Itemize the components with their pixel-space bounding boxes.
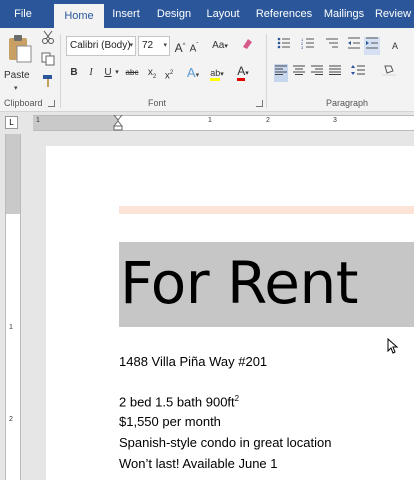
chevron-down-icon: ▾ <box>14 85 18 92</box>
tab-file[interactable]: File <box>0 0 46 28</box>
font-family-value: Calibri (Body) <box>70 40 131 51</box>
tab-references[interactable]: References <box>252 0 316 28</box>
details-line[interactable]: 2 bed 1.5 bath 900ft2 <box>119 394 239 409</box>
copy-icon <box>41 52 55 66</box>
justify-icon[interactable] <box>328 64 342 82</box>
paste-icon <box>9 35 32 63</box>
font-family-select[interactable]: Calibri (Body) ▾ <box>66 36 136 56</box>
paste-label: Paste <box>4 70 30 81</box>
font-group-label: Font <box>148 98 167 108</box>
format-painter-button[interactable] <box>40 74 56 92</box>
left-margin-area <box>33 116 119 130</box>
superscript-icon[interactable]: x2 <box>162 64 176 82</box>
sort-icon[interactable]: A <box>388 37 402 55</box>
clipboard-launcher-icon[interactable] <box>48 100 55 107</box>
line-spacing-icon[interactable] <box>348 64 368 82</box>
ruler-number: 2 <box>9 416 13 423</box>
decrease-indent-icon[interactable] <box>346 37 362 55</box>
svg-text:3: 3 <box>301 45 304 49</box>
increase-indent-icon[interactable] <box>364 37 380 55</box>
ruler-number: 1 <box>208 117 212 124</box>
mouse-pointer-icon <box>387 338 399 354</box>
page-border-decoration <box>119 206 414 214</box>
vertical-ruler[interactable]: 1 2 <box>5 134 21 480</box>
subscript-icon[interactable]: x2 <box>145 64 159 82</box>
paragraph-group-label: Paragraph <box>326 98 369 108</box>
clear-formatting-icon[interactable] <box>240 37 254 55</box>
multilevel-list-icon[interactable] <box>322 37 342 55</box>
document-page[interactable]: For Rent 1488 Villa Piña Way #201 2 bed … <box>46 146 414 480</box>
ruler-number: 1 <box>36 117 40 124</box>
align-left-icon[interactable] <box>274 64 288 82</box>
text-effects-icon[interactable]: A▾ <box>184 64 202 82</box>
shading-icon[interactable] <box>378 64 400 82</box>
ruler-number: 1 <box>9 324 13 331</box>
grow-font-icon[interactable]: A^ <box>174 37 186 55</box>
font-color-icon[interactable]: A▾ <box>232 64 254 82</box>
chevron-down-icon[interactable]: ▾ <box>114 64 120 82</box>
horizontal-ruler[interactable]: 1 1 2 3 <box>33 115 414 131</box>
tab-home[interactable]: Home <box>54 4 104 28</box>
strikethrough-icon[interactable]: abc <box>122 64 142 82</box>
chevron-down-icon: ▾ <box>129 42 133 49</box>
bold-icon[interactable]: B <box>68 64 80 82</box>
tab-design[interactable]: Design <box>152 0 196 28</box>
font-launcher-icon[interactable] <box>256 100 263 107</box>
tab-mailings[interactable]: Mailings <box>320 0 368 28</box>
tab-insert[interactable]: Insert <box>106 0 146 28</box>
indent-marker-icon[interactable] <box>113 115 123 131</box>
price-line[interactable]: $1,550 per month <box>119 414 221 429</box>
clipboard-group-label: Clipboard <box>4 98 43 108</box>
highlight-color-icon[interactable]: ab▾ <box>206 64 228 82</box>
numbering-icon[interactable]: 123 <box>298 37 318 55</box>
top-margin-area <box>6 134 20 214</box>
align-right-icon[interactable] <box>310 64 324 82</box>
ribbon-tab-bar: File Home Insert Design Layout Reference… <box>0 0 414 28</box>
group-divider <box>60 34 61 108</box>
paste-button[interactable]: Paste ▾ <box>4 34 34 94</box>
tab-selector-icon[interactable]: L <box>5 116 18 129</box>
paintbrush-icon <box>43 75 52 87</box>
address-line[interactable]: 1488 Villa Piña Way #201 <box>119 354 267 369</box>
tab-review[interactable]: Review <box>372 0 414 28</box>
tab-layout[interactable]: Layout <box>200 0 246 28</box>
change-case-button[interactable]: Aa▾ <box>208 37 232 55</box>
ribbon: Paste ▾ Clipboard Calibri (Body) ▾ 72 ▾ … <box>0 28 414 112</box>
font-size-select[interactable]: 72 ▾ <box>138 36 170 56</box>
details-superscript: 2 <box>234 394 240 403</box>
description-line[interactable]: Spanish-style condo in great location <box>119 435 331 450</box>
italic-icon[interactable]: I <box>86 64 96 82</box>
font-size-value: 72 <box>142 40 154 51</box>
details-text: 2 bed 1.5 bath 900ft <box>119 394 235 410</box>
document-heading[interactable]: For Rent <box>120 248 358 318</box>
copy-button[interactable] <box>40 52 56 70</box>
bullets-icon[interactable] <box>274 37 294 55</box>
ruler-number: 2 <box>266 117 270 124</box>
align-center-icon[interactable] <box>292 64 306 82</box>
ruler-number: 3 <box>333 117 337 124</box>
availability-line[interactable]: Won’t last! Available June 1 <box>119 456 278 471</box>
group-divider <box>266 34 267 108</box>
ruler-row: L 1 1 2 3 <box>0 112 414 134</box>
underline-icon[interactable]: U <box>102 64 114 82</box>
chevron-down-icon: ▾ <box>163 42 167 49</box>
shrink-font-icon[interactable]: Aˇ <box>188 37 200 55</box>
scissors-icon <box>42 30 54 44</box>
cut-button[interactable] <box>40 30 56 48</box>
change-case-label: Aa <box>212 40 225 51</box>
